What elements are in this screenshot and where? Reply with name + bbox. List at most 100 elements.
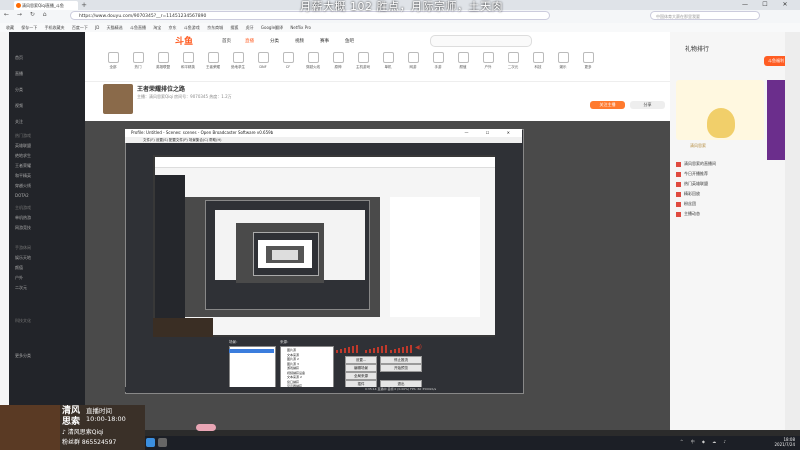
douyu-menu-item[interactable]: 鱼吧 [345, 38, 354, 44]
browser-search-input[interactable]: 中国体育大赛在那里我要 [650, 11, 760, 20]
settings-button[interactable]: 设置... [345, 356, 377, 364]
global-sources-button[interactable]: 全局来源 [345, 372, 377, 380]
left-nav-item[interactable]: 穿越火线 [15, 182, 81, 189]
left-nav-item[interactable]: 网游竞技 [15, 224, 81, 231]
list-item[interactable]: 粉丝团 [676, 200, 764, 208]
obs-window-controls[interactable]: — ☐ ✕ [465, 129, 518, 137]
category-item[interactable]: 颜值 [452, 52, 474, 70]
bookmark-item[interactable]: Netflix Pro [290, 23, 311, 32]
page-scrollbar[interactable] [785, 32, 800, 430]
left-nav-item[interactable]: 颜值 [15, 264, 81, 271]
new-tab-button[interactable]: + [80, 1, 88, 9]
sources-list[interactable]: 图片源 文本来源 图片源 2 图片源 3 游戏捕获 视频捕获设备 文本来源 2 … [280, 346, 334, 389]
taskbar-clock[interactable]: 18:08 2021/7/24 [765, 437, 795, 447]
source-item[interactable]: 视频捕获设备 [287, 371, 305, 375]
category-item[interactable]: 原神 [327, 52, 349, 70]
category-item[interactable]: 英雄联盟 [152, 52, 174, 70]
obs-menubar[interactable]: 文件(F) 设置(S) 配置文件(P) 场景集合(C) 帮助(H) [125, 137, 522, 143]
category-item[interactable]: CF [277, 52, 299, 69]
douyu-logo[interactable]: 斗鱼 [175, 34, 193, 47]
app-icon[interactable] [158, 438, 167, 447]
source-item[interactable]: 窗口捕获 [287, 380, 299, 384]
source-item[interactable]: 文本来源 [287, 353, 299, 357]
bookmark-item[interactable]: 淘宝 [153, 23, 161, 32]
category-item[interactable]: 主机游戏 [352, 52, 374, 70]
left-nav-item[interactable]: 王者荣耀 [15, 162, 81, 169]
list-item[interactable]: 清风思索的直播间 [676, 160, 764, 168]
douyu-menu-item[interactable]: 赛事 [320, 38, 329, 44]
bookmark-item[interactable]: 斗鱼游戏 [184, 23, 200, 32]
bookmark-item[interactable]: 手机收藏夹 [45, 23, 65, 32]
list-item[interactable]: 今日开播推荐 [676, 170, 764, 178]
browser-tab[interactable]: 清风思索Qiqi直播_斗鱼 [14, 1, 78, 10]
left-nav-item[interactable]: 绝地求生 [15, 152, 81, 159]
side-banner-ad[interactable] [767, 80, 785, 160]
left-nav-item[interactable]: 二次元 [15, 284, 81, 291]
bookmark-item[interactable]: 保存一下 [21, 23, 37, 32]
minimize-button[interactable]: — [735, 0, 755, 10]
follow-button[interactable]: 关注主播 [590, 101, 625, 109]
category-item[interactable]: 王者荣耀 [202, 52, 224, 70]
douyu-menu-item[interactable]: 分类 [270, 38, 279, 44]
bookmark-item[interactable]: 百度一下 [72, 23, 88, 32]
speaker-icon[interactable]: ◀) [415, 344, 422, 351]
left-nav-item[interactable]: 更多分类 [15, 352, 81, 359]
start-preview-button[interactable]: 开始预览 [380, 364, 422, 372]
left-nav-item[interactable]: 娱乐天地 [15, 254, 81, 261]
list-item[interactable]: 精彩回放 [676, 190, 764, 198]
douyu-search-input[interactable] [430, 35, 532, 47]
left-nav-item[interactable]: 单机热游 [15, 214, 81, 221]
left-nav-item[interactable]: DOTA2 [15, 192, 81, 199]
category-item[interactable]: 二次元 [502, 52, 524, 70]
bookmark-item[interactable]: 京东 [169, 23, 177, 32]
left-nav-item[interactable]: 分类 [15, 86, 81, 93]
left-nav-item[interactable]: 科技文化 [15, 317, 81, 324]
left-nav-item[interactable]: 热门游戏 [15, 132, 81, 139]
list-item[interactable]: 主播动态 [676, 210, 764, 218]
left-nav-item[interactable]: 视频 [15, 102, 81, 109]
category-item[interactable]: 科技 [527, 52, 549, 70]
bookmark-item[interactable]: 虎牙 [246, 23, 254, 32]
source-item[interactable]: 图片源 [287, 348, 296, 352]
left-nav-item[interactable]: 户外 [15, 274, 81, 281]
category-item[interactable]: 更多 [577, 52, 599, 70]
category-item[interactable]: 网游 [402, 52, 424, 70]
bookmark-item[interactable]: 斗鱼直播 [130, 23, 146, 32]
left-nav-item[interactable]: 主机游戏 [15, 204, 81, 211]
left-nav-item[interactable]: 关注 [15, 118, 81, 125]
bookmark-item[interactable]: 京东商城 [207, 23, 223, 32]
navigation-buttons[interactable]: ← → ↻ ⌂ [4, 11, 50, 18]
share-button[interactable]: 分享 [630, 101, 665, 109]
left-nav-item[interactable]: 手游休闲 [15, 244, 81, 251]
douyu-menu-item[interactable]: 直播 [245, 38, 254, 44]
source-item[interactable]: 游戏捕获 [287, 366, 299, 370]
stop-stream-button[interactable]: 停止推流 [380, 356, 422, 364]
bookmark-item[interactable]: 收藏 [6, 23, 14, 32]
category-item[interactable]: 娱乐 [552, 52, 574, 70]
source-item[interactable]: 图片源 2 [287, 357, 299, 361]
list-item[interactable]: 热门英雄联盟 [676, 180, 764, 188]
close-button[interactable]: ✕ [775, 0, 795, 10]
category-item[interactable]: 绝地求生 [227, 52, 249, 70]
selected-scene[interactable] [229, 349, 274, 353]
streamer-avatar[interactable] [103, 84, 133, 114]
source-item[interactable]: 图片源 3 [287, 362, 299, 366]
category-item[interactable]: 手游 [427, 52, 449, 70]
category-item[interactable]: 热门 [127, 52, 149, 70]
douyu-menu-item[interactable]: 视频 [295, 38, 304, 44]
bookmark-item[interactable]: Google翻译 [261, 23, 283, 32]
douyu-menu-item[interactable]: 首页 [222, 38, 231, 44]
left-nav-item[interactable]: 直播 [15, 70, 81, 77]
app-icon[interactable] [146, 438, 155, 447]
maximize-button[interactable]: ☐ [755, 0, 775, 10]
edit-scene-button[interactable]: 编辑场景 [345, 364, 377, 372]
bookmark-item[interactable]: JD [95, 23, 99, 32]
left-nav-item[interactable]: 英雄联盟 [15, 142, 81, 149]
category-item[interactable]: 户外 [477, 52, 499, 70]
category-item[interactable]: 和平精英 [177, 52, 199, 70]
system-tray[interactable]: ^ 中 ◆ ☁ ♪ [680, 439, 729, 445]
left-nav-item[interactable]: 首页 [15, 54, 81, 61]
category-item[interactable]: 单机 [377, 52, 399, 70]
bookmark-item[interactable]: 天猫精选 [107, 23, 123, 32]
category-item[interactable]: 全部 [102, 52, 124, 70]
